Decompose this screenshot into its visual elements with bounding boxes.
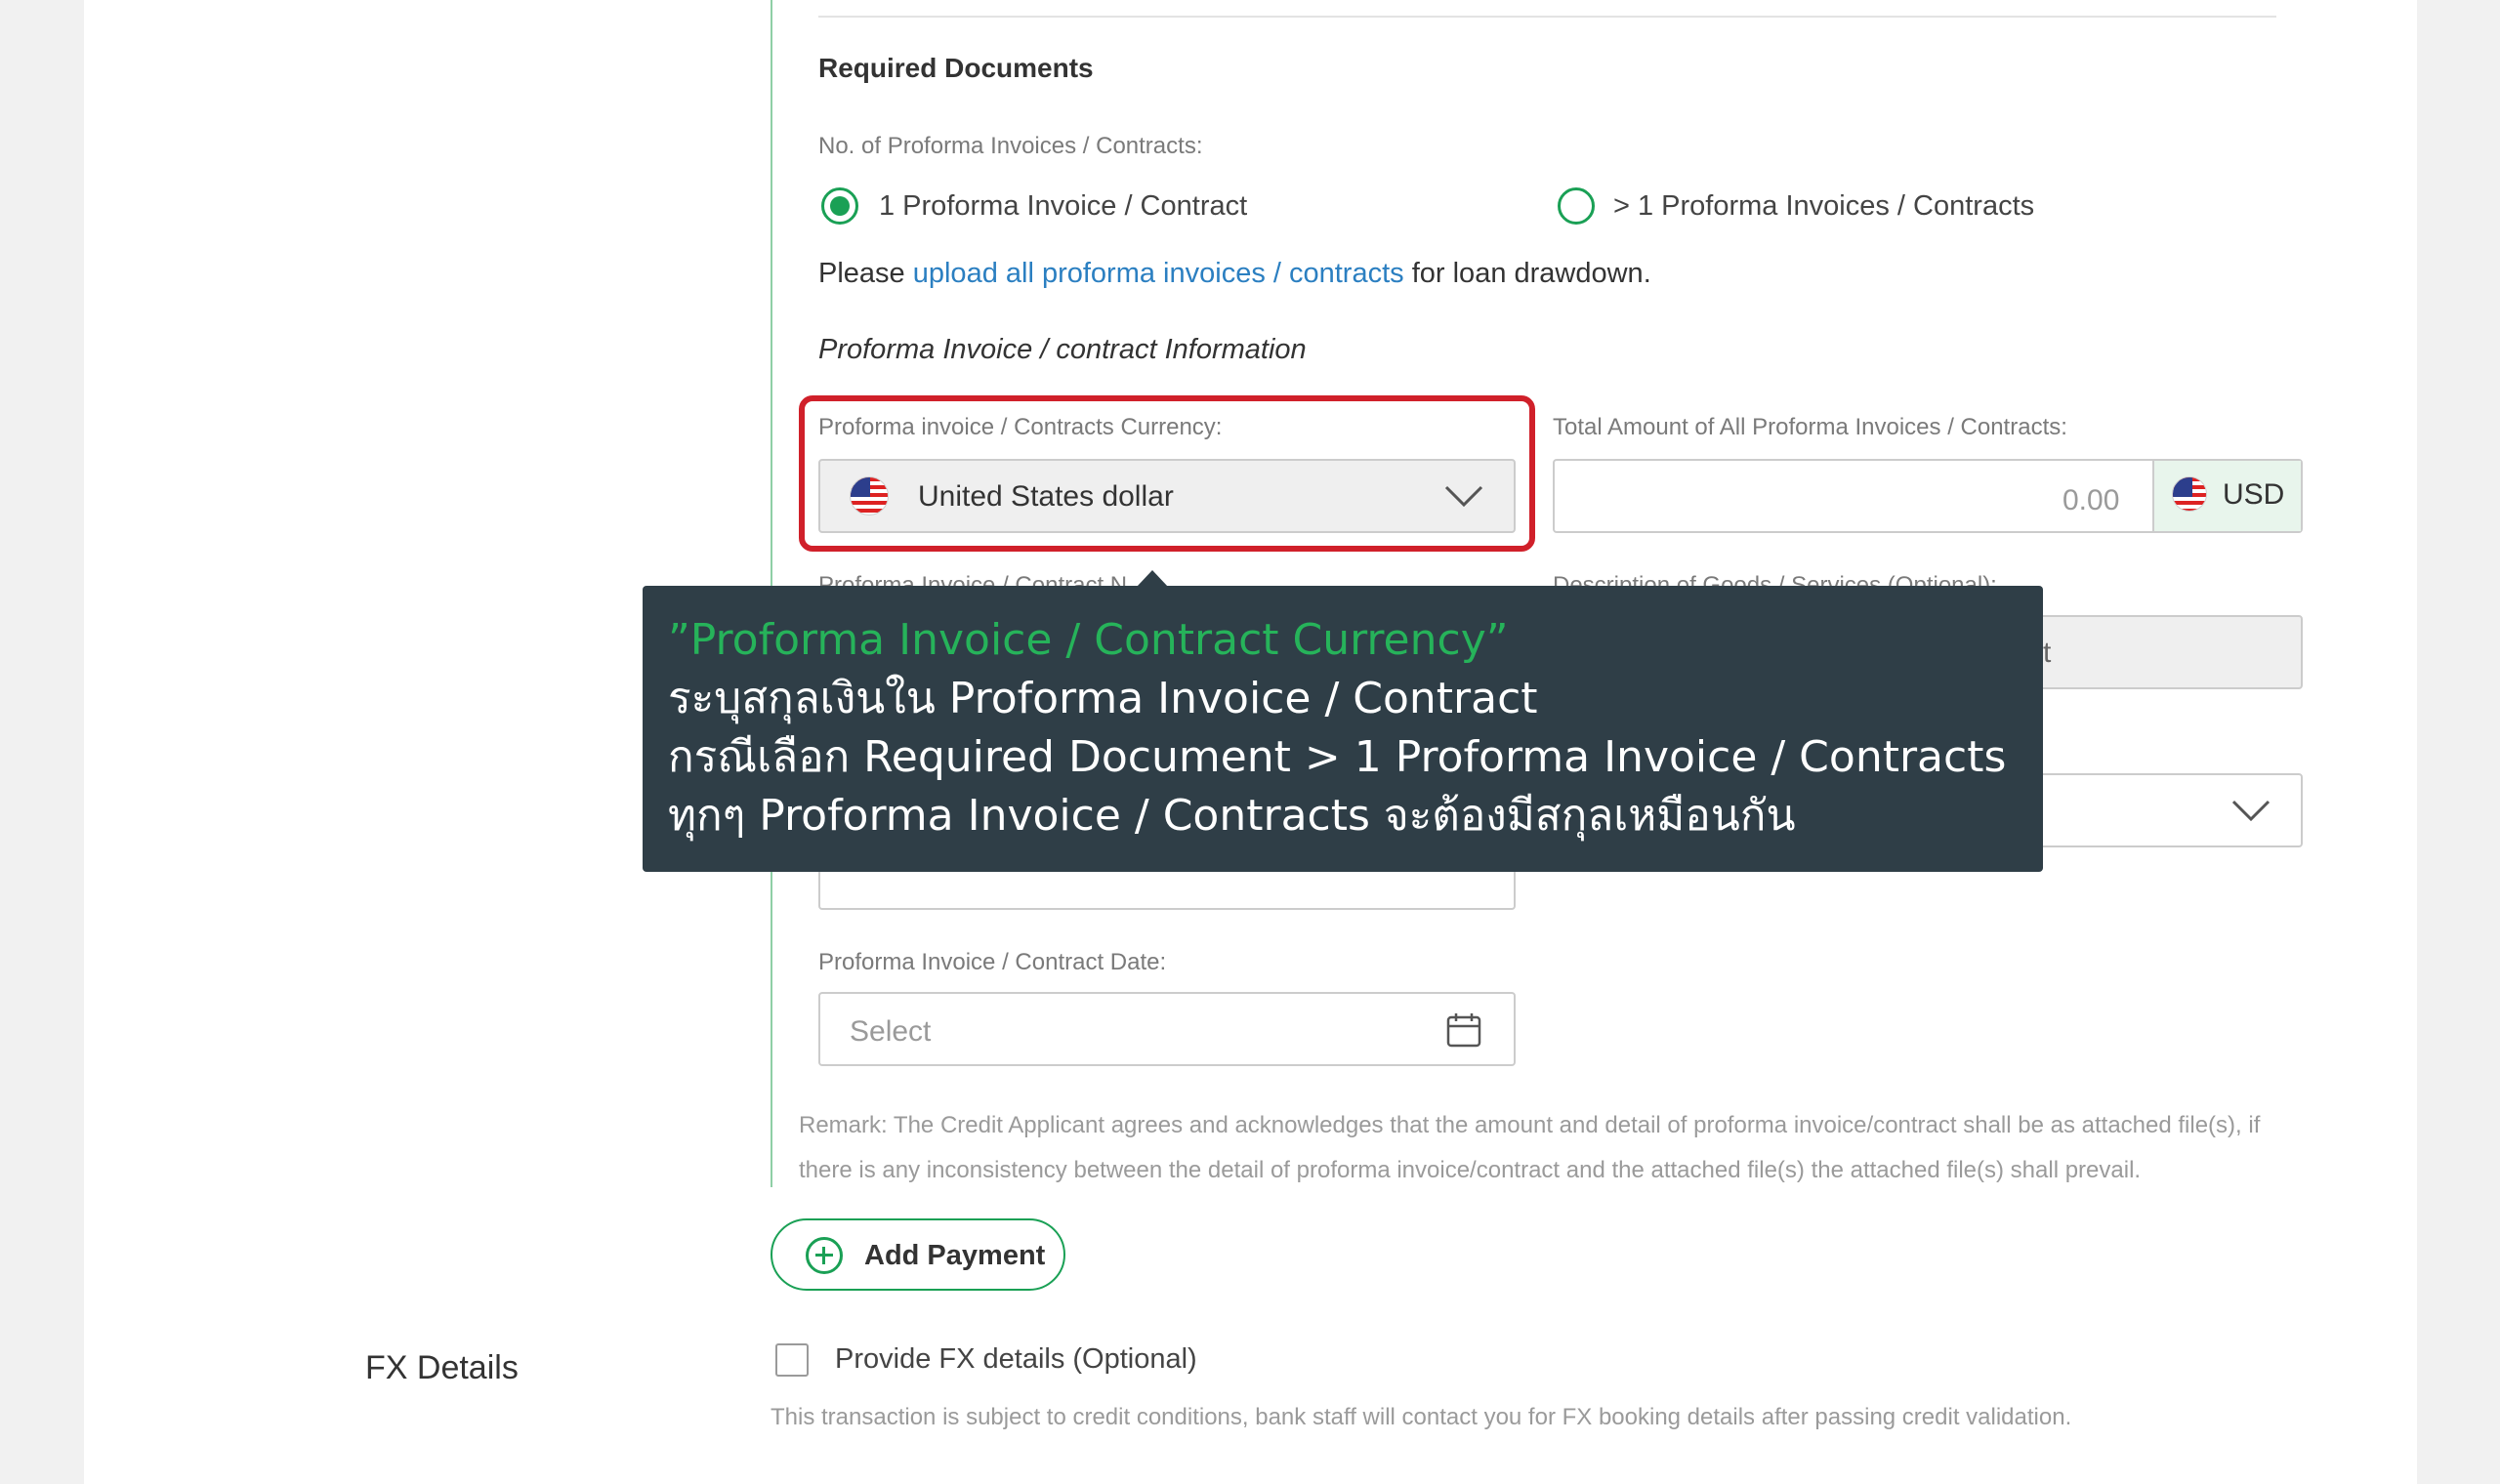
remark-text: Remark: The Credit Applicant agrees and … [799, 1103, 2322, 1193]
invoices-count-label: No. of Proforma Invoices / Contracts: [818, 133, 1203, 159]
tooltip: ”Proforma Invoice / Contract Currency” ร… [643, 586, 2043, 872]
total-amount-label: Total Amount of All Proforma Invoices / … [1553, 414, 2067, 440]
page-content: Required Documents No. of Proforma Invoi… [84, 0, 2417, 1484]
currency-code: USD [2223, 478, 2285, 511]
section-divider [818, 16, 2276, 18]
invoice-info-subheading: Proforma Invoice / contract Information [818, 334, 1307, 365]
chevron-down-icon [2230, 799, 2271, 824]
plus-circle-icon [806, 1237, 843, 1274]
invoice-number-label: Proforma Invoice / Contract N [818, 572, 1128, 586]
upload-note-prefix: Please [818, 258, 905, 289]
fx-details-checkbox-label[interactable]: Provide FX details (Optional) [835, 1343, 1197, 1376]
tooltip-arrow [1137, 570, 1168, 587]
remark-line-2: there is any inconsistency between the d… [799, 1157, 2142, 1183]
radio-single-invoice[interactable] [821, 187, 858, 225]
invoice-date-label: Proforma Invoice / Contract Date: [818, 949, 1167, 975]
radio-multiple-invoices[interactable] [1558, 187, 1595, 225]
add-payment-label: Add Payment [864, 1240, 1046, 1271]
radio-single-invoice-label[interactable]: 1 Proforma Invoice / Contract [879, 190, 1247, 223]
currency-highlight-box [799, 395, 1535, 552]
remark-line-1: Remark: The Credit Applicant agrees and … [799, 1112, 2261, 1138]
total-amount-input[interactable]: 0.00 USD [1553, 459, 2303, 533]
us-flag-icon [2172, 476, 2207, 512]
currency-addon: USD [2152, 461, 2301, 531]
description-label: Description of Goods / Services (Optiona… [1553, 572, 1997, 586]
add-payment-button[interactable]: Add Payment [771, 1218, 1065, 1291]
total-amount-placeholder: 0.00 [2062, 484, 2120, 516]
section-title: Required Documents [818, 53, 1094, 83]
radio-multiple-invoices-label[interactable]: > 1 Proforma Invoices / Contracts [1613, 190, 2034, 223]
upload-link[interactable]: upload all proforma invoices / contracts [913, 258, 1404, 289]
tooltip-line-3: ทุกๆ Proforma Invoice / Contracts จะต้อง… [668, 791, 1796, 841]
tooltip-line-1: ระบุสกุลเงินใน Proforma Invoice / Contra… [668, 674, 1538, 723]
description-partial-text: t [2043, 637, 2052, 669]
fx-details-checkbox[interactable] [775, 1343, 809, 1377]
invoice-date-input[interactable]: Select [818, 992, 1516, 1066]
upload-note: Please upload all proforma invoices / co… [818, 258, 1651, 290]
fx-details-title: FX Details [365, 1349, 519, 1386]
invoice-date-placeholder: Select [850, 1015, 932, 1048]
calendar-icon[interactable] [1445, 1011, 1482, 1049]
fx-details-note: This transaction is subject to credit co… [771, 1404, 2072, 1430]
upload-note-suffix: for loan drawdown. [1411, 258, 1651, 289]
tooltip-line-2: กรณีเลือก Required Document > 1 Proforma… [668, 732, 2007, 782]
tooltip-title: ”Proforma Invoice / Contract Currency” [668, 615, 1509, 665]
